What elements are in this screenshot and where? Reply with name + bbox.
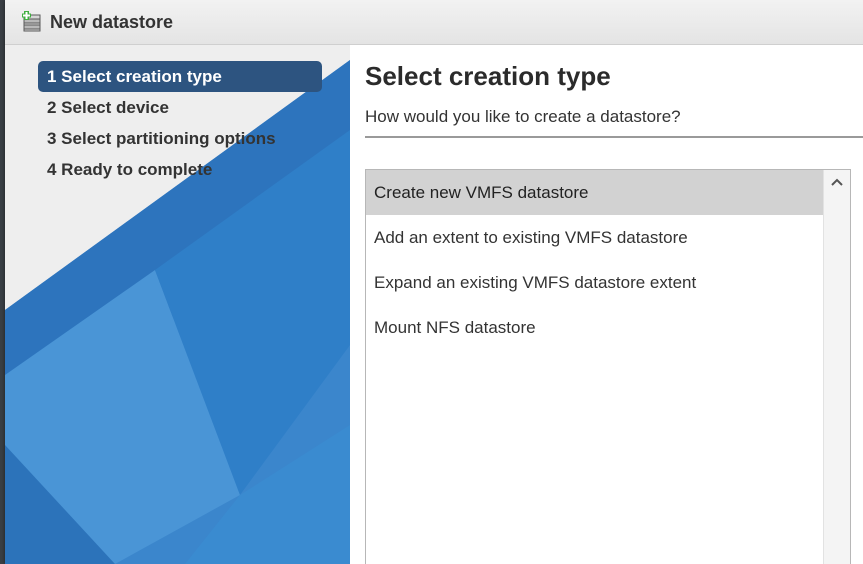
divider: [365, 136, 863, 138]
wizard-step-4[interactable]: 4 Ready to complete: [38, 154, 322, 185]
dialog-title: New datastore: [50, 12, 174, 32]
option-expand-extent[interactable]: Expand an existing VMFS datastore extent: [366, 260, 823, 305]
wizard-step-2[interactable]: 2 Select device: [38, 92, 322, 123]
list-scrollbar[interactable]: [823, 170, 850, 564]
wizard-step-3[interactable]: 3 Select partitioning options: [38, 123, 322, 154]
wizard-steps-panel: 1 Select creation type 2 Select device 3…: [5, 45, 350, 564]
dialog-titlebar[interactable]: New datastore: [5, 0, 863, 45]
page-title: Select creation type: [365, 61, 611, 91]
datastore-add-icon: [21, 11, 43, 33]
option-mount-nfs[interactable]: Mount NFS datastore: [366, 305, 823, 350]
option-create-vmfs[interactable]: Create new VMFS datastore: [366, 170, 823, 215]
option-add-extent[interactable]: Add an extent to existing VMFS datastore: [366, 215, 823, 260]
wizard-content: Select creation type How would you like …: [350, 45, 863, 564]
new-datastore-dialog: New datastore 1 Select creation type 2 S…: [5, 0, 863, 564]
creation-type-list[interactable]: Create new VMFS datastore Add an extent …: [365, 169, 851, 564]
scroll-up-icon[interactable]: [824, 170, 850, 194]
wizard-step-list: 1 Select creation type 2 Select device 3…: [38, 61, 322, 185]
wizard-step-1[interactable]: 1 Select creation type: [38, 61, 322, 92]
page-subtitle: How would you like to create a datastore…: [365, 107, 681, 126]
